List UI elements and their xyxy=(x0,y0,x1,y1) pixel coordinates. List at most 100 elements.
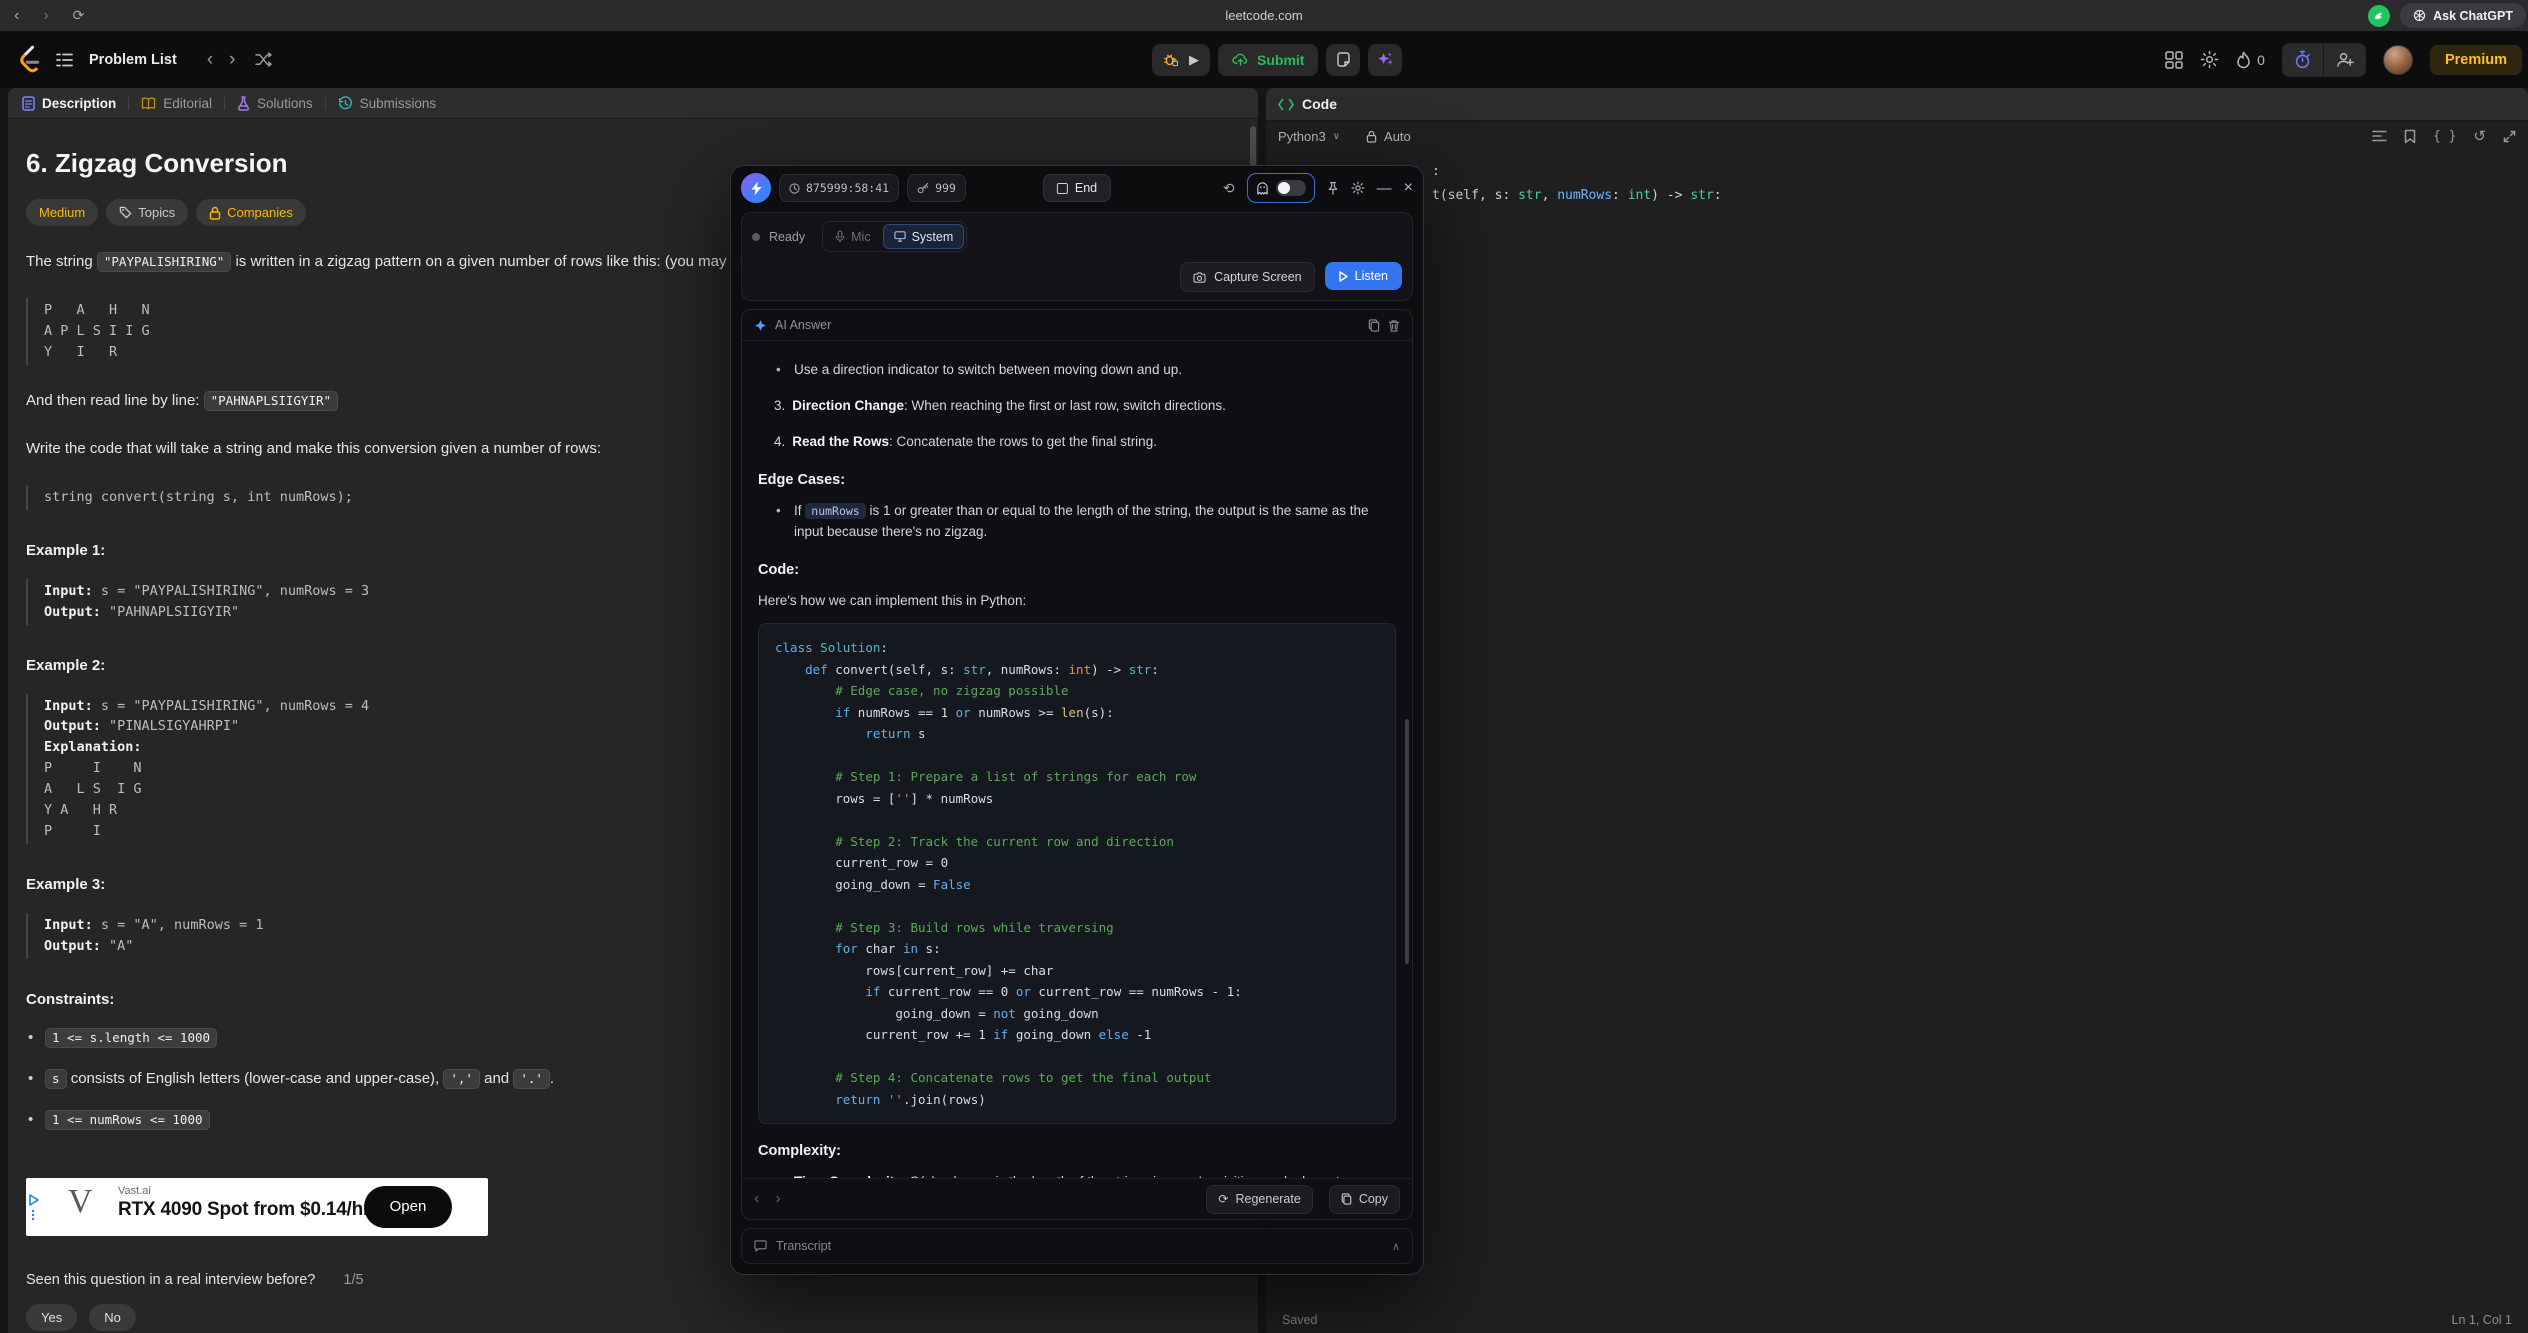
prev-problem-button[interactable]: ‹ xyxy=(207,50,213,69)
credits-chip: 999 xyxy=(907,174,966,202)
ghost-icon xyxy=(1256,181,1269,195)
copy-icon[interactable] xyxy=(1368,319,1380,332)
ad-banner[interactable]: V Vast.ai RTX 4090 Spot from $0.14/hr Op… xyxy=(26,1178,488,1236)
difficulty-badge[interactable]: Medium xyxy=(26,199,98,226)
trash-icon[interactable] xyxy=(1388,319,1400,332)
browser-back-button[interactable]: ‹ xyxy=(14,7,19,25)
reset-icon[interactable]: ↺ xyxy=(2473,127,2486,145)
layout-grid-icon[interactable] xyxy=(2165,51,2183,69)
end-session-button[interactable]: End xyxy=(1043,174,1111,202)
tab-submissions[interactable]: Submissions xyxy=(338,96,437,111)
history-icon[interactable]: ⟲ xyxy=(1223,180,1235,197)
ask-chatgpt-button[interactable]: Ask ChatGPT xyxy=(2400,3,2526,28)
submit-label: Submit xyxy=(1257,52,1304,68)
sparkles-icon xyxy=(1377,51,1394,68)
monitor-icon xyxy=(894,231,906,242)
notes-button[interactable] xyxy=(1326,44,1360,76)
tab-editorial[interactable]: Editorial xyxy=(141,96,212,111)
description-icon xyxy=(22,96,35,111)
regenerate-button[interactable]: ⟳ Regenerate xyxy=(1206,1185,1312,1214)
timer-button[interactable] xyxy=(2282,43,2323,77)
code-panel-title: Code xyxy=(1302,96,1337,112)
format-icon[interactable] xyxy=(2372,130,2387,142)
chat-icon xyxy=(754,1240,767,1252)
assistant-overlay[interactable]: 875999:58:41 999 End ⟲ — × Ready xyxy=(730,165,1424,1275)
submit-button[interactable]: Submit xyxy=(1218,44,1318,76)
system-source-button[interactable]: System xyxy=(883,224,965,249)
settings-gear-icon[interactable] xyxy=(2200,50,2219,69)
pin-icon[interactable] xyxy=(1327,181,1339,195)
run-button[interactable]: ▶ xyxy=(1189,52,1199,68)
bookmark-icon[interactable] xyxy=(2404,129,2416,144)
bird-icon xyxy=(2373,10,2385,22)
stopwatch-icon xyxy=(2294,50,2311,69)
cursor-position: Ln 1, Col 1 xyxy=(2452,1313,2512,1327)
next-answer-button[interactable]: › xyxy=(775,1190,780,1208)
streak-flame-icon[interactable] xyxy=(2236,51,2251,69)
clock-icon xyxy=(789,183,800,194)
problem-list-label[interactable]: Problem List xyxy=(89,52,177,68)
ad-brand: Vast.ai xyxy=(118,1185,370,1197)
ai-answer-content[interactable]: Use a direction indicator to switch betw… xyxy=(742,341,1412,1178)
language-selector[interactable]: Python3 xyxy=(1278,129,1326,144)
assistant-logo xyxy=(741,173,771,203)
ai-bullet-item: If numRows is 1 or greater than or equal… xyxy=(758,501,1396,543)
expand-icon[interactable] xyxy=(2503,130,2516,143)
ai-section-heading: Code: xyxy=(758,562,1396,578)
debug-icon[interactable] xyxy=(1163,52,1178,67)
braces-icon[interactable]: { } xyxy=(2433,129,2456,144)
next-problem-button[interactable]: › xyxy=(229,50,235,69)
stealth-toggle[interactable] xyxy=(1276,180,1306,196)
ask-chatgpt-label: Ask ChatGPT xyxy=(2433,9,2513,23)
leetcode-logo[interactable] xyxy=(16,45,40,75)
overlay-header[interactable]: 875999:58:41 999 End ⟲ — × xyxy=(731,166,1423,210)
vast-logo: V xyxy=(68,1183,93,1221)
avatar[interactable] xyxy=(2383,45,2413,75)
ai-numbered-item: 4.Read the Rows: Concatenate the rows to… xyxy=(758,432,1396,453)
ai-answer-title: AI Answer xyxy=(775,318,831,332)
mic-source-button[interactable]: Mic xyxy=(825,225,880,248)
auto-label[interactable]: Auto xyxy=(1384,129,1411,144)
listen-button[interactable]: Listen xyxy=(1325,262,1402,290)
ai-scrollbar[interactable] xyxy=(1405,719,1409,964)
prev-answer-button[interactable]: ‹ xyxy=(754,1190,759,1208)
copy-answer-button[interactable]: Copy xyxy=(1329,1185,1400,1214)
invite-user-button[interactable] xyxy=(2324,43,2366,77)
capture-status-card: Ready Mic System Capture Screen Listen xyxy=(741,212,1413,301)
minimize-button[interactable]: — xyxy=(1377,180,1392,197)
extension-icon[interactable] xyxy=(2368,5,2390,27)
ai-assistant-button[interactable] xyxy=(1368,44,1402,76)
topics-badge[interactable]: Topics xyxy=(106,199,188,226)
survey-yes-button[interactable]: Yes xyxy=(26,1304,77,1331)
ad-open-button[interactable]: Open xyxy=(364,1186,452,1228)
adchoices-icon[interactable] xyxy=(29,1194,40,1220)
address-bar[interactable]: leetcode.com xyxy=(1225,0,1302,31)
person-add-icon xyxy=(2336,51,2354,68)
shuffle-icon[interactable] xyxy=(255,52,272,67)
session-timer-chip: 875999:58:41 xyxy=(779,174,899,202)
capture-screen-button[interactable]: Capture Screen xyxy=(1180,262,1315,292)
browser-forward-button[interactable]: › xyxy=(43,7,48,25)
problem-list-icon[interactable] xyxy=(56,53,73,67)
tab-description[interactable]: Description xyxy=(22,96,116,111)
status-dot xyxy=(752,233,760,241)
transcript-label: Transcript xyxy=(776,1239,831,1253)
history-icon xyxy=(338,96,353,111)
companies-badge[interactable]: Companies xyxy=(196,199,306,226)
survey-no-button[interactable]: No xyxy=(89,1304,136,1331)
tab-solutions[interactable]: Solutions xyxy=(237,96,313,111)
ai-code-block[interactable]: class Solution: def convert(self, s: str… xyxy=(758,623,1396,1124)
close-button[interactable]: × xyxy=(1404,179,1413,197)
note-icon xyxy=(1336,52,1351,68)
stealth-toggle-group[interactable] xyxy=(1247,173,1315,203)
browser-reload-button[interactable]: ⟳ xyxy=(73,7,85,24)
transcript-bar[interactable]: Transcript ∧ xyxy=(741,1228,1413,1264)
code-panel: Code Python3 ∨ Auto { } ↺ : t(self, s: s… xyxy=(1266,88,2528,1333)
code-editor[interactable]: : t(self, s: str, numRows: int) -> str: xyxy=(1266,150,2528,1307)
settings-gear-icon[interactable] xyxy=(1351,181,1365,195)
ai-bullet-item: Use a direction indicator to switch betw… xyxy=(758,360,1396,381)
ai-bullet-item: Time Complexity: O(n), where n is the le… xyxy=(758,1172,1396,1178)
flask-icon xyxy=(237,96,250,111)
key-icon xyxy=(917,182,929,194)
premium-button[interactable]: Premium xyxy=(2430,45,2522,75)
